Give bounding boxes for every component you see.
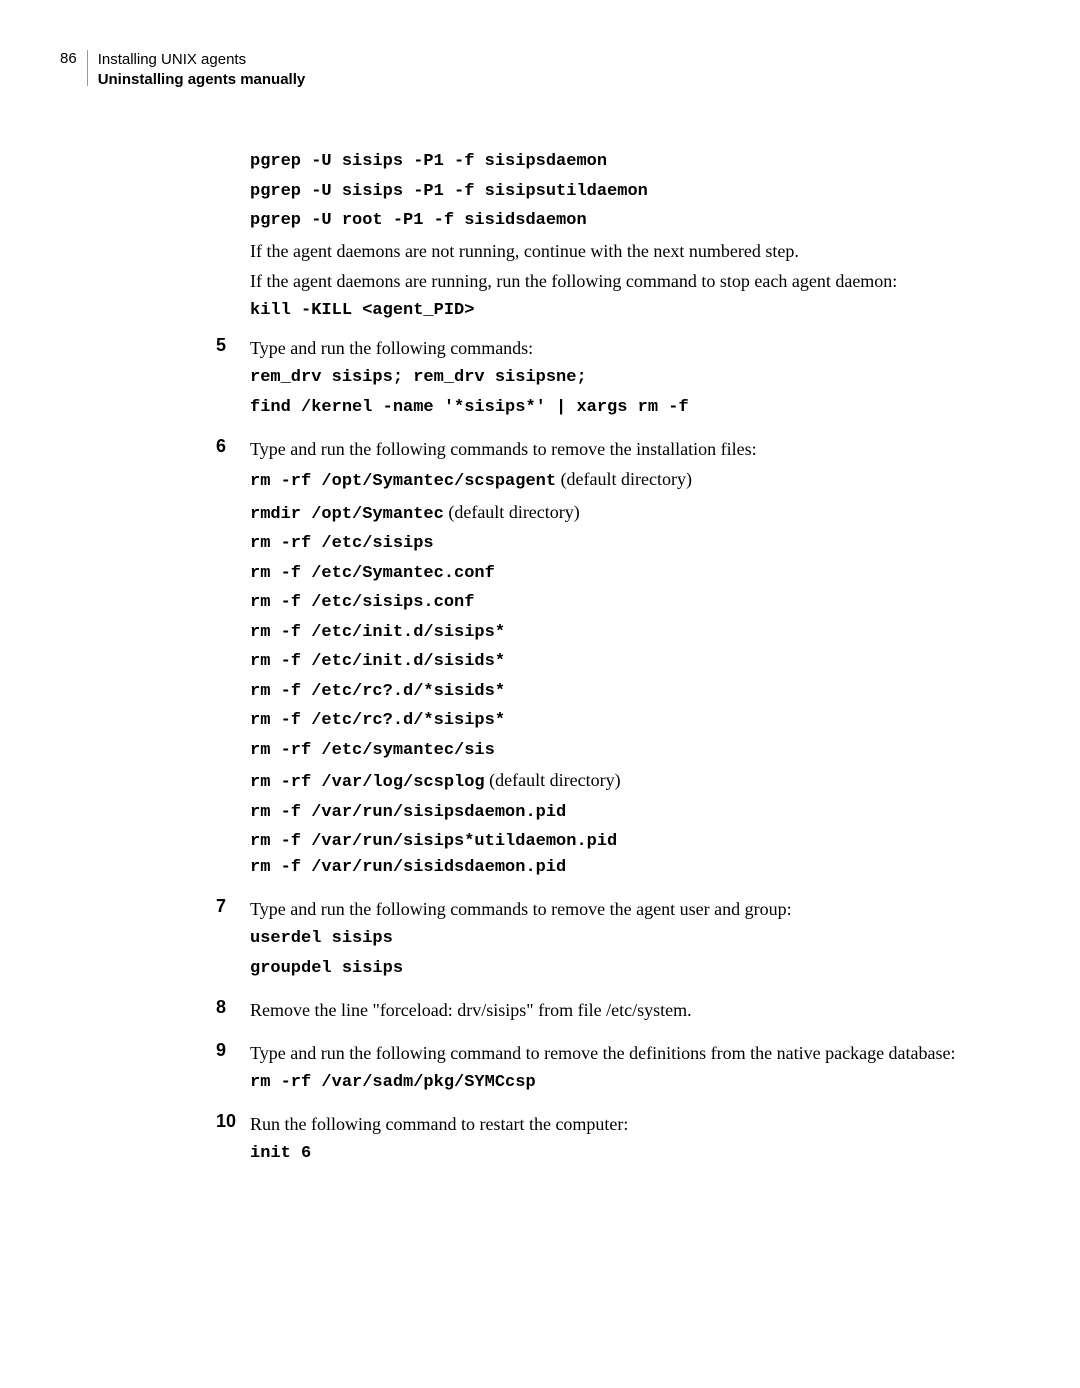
command-line: kill -KILL <agent_PID>: [250, 298, 1000, 324]
step-text: Type and run the following commands:: [250, 335, 1000, 361]
command-line: rm -rf /var/sadm/pkg/SYMCcsp: [250, 1070, 1000, 1096]
command-line: rem_drv sisips; rem_drv sisipsne;: [250, 365, 1000, 391]
step-number: 10: [216, 1111, 250, 1132]
page-number: 86: [60, 50, 77, 67]
command-line: find /kernel -name '*sisips*' | xargs rm…: [250, 395, 1000, 421]
step-text: Type and run the following commands to r…: [250, 436, 1000, 462]
step-6: 6 Type and run the following commands to…: [250, 436, 1000, 884]
step-number: 8: [216, 997, 250, 1018]
command-line: rm -rf /opt/Symantec/scspagent: [250, 472, 556, 491]
command-line: rm -f /etc/init.d/sisids*: [250, 649, 1000, 675]
command-line: userdel sisips: [250, 926, 1000, 952]
command-line: rm -f /etc/init.d/sisips*: [250, 620, 1000, 646]
command-line: rm -rf /etc/sisips: [250, 531, 1000, 557]
command-line: rm -rf /var/log/scsplog: [250, 773, 485, 792]
step-number: 7: [216, 896, 250, 917]
command-line: rm -rf /etc/symantec/sis: [250, 738, 1000, 764]
header-title: Installing UNIX agents: [98, 50, 306, 70]
header-subtitle: Uninstalling agents manually: [98, 70, 306, 90]
command-line: pgrep -U sisips -P1 -f sisipsdaemon: [250, 149, 1000, 175]
intro-block: pgrep -U sisips -P1 -f sisipsdaemon pgre…: [250, 149, 1000, 323]
command-line: init 6: [250, 1141, 1000, 1167]
step-number: 6: [216, 436, 250, 457]
command-line: pgrep -U sisips -P1 -f sisipsutildaemon: [250, 179, 1000, 205]
command-line: rm -f /var/run/sisips*utildaemon.pid: [250, 829, 1000, 855]
page-header: 86 Installing UNIX agents Uninstalling a…: [60, 50, 1000, 89]
command-line: rm -f /etc/sisips.conf: [250, 590, 1000, 616]
command-line: rm -f /etc/Symantec.conf: [250, 561, 1000, 587]
annotation: (default directory): [556, 469, 692, 489]
step-text: Run the following command to restart the…: [250, 1111, 1000, 1137]
command-line: groupdel sisips: [250, 956, 1000, 982]
step-10: 10 Run the following command to restart …: [250, 1111, 1000, 1171]
step-9: 9 Type and run the following command to …: [250, 1040, 1000, 1100]
body-text: If the agent daemons are running, run th…: [250, 268, 1000, 294]
command-line: rm -f /var/run/sisipsdaemon.pid: [250, 800, 1000, 826]
step-8: 8 Remove the line "forceload: drv/sisips…: [250, 997, 1000, 1027]
command-line: rmdir /opt/Symantec: [250, 505, 444, 524]
step-5: 5 Type and run the following commands: r…: [250, 335, 1000, 424]
step-text: Remove the line "forceload: drv/sisips" …: [250, 997, 1000, 1023]
annotation: (default directory): [485, 770, 621, 790]
command-line: rm -f /etc/rc?.d/*sisips*: [250, 708, 1000, 734]
annotation: (default directory): [444, 502, 580, 522]
step-number: 5: [216, 335, 250, 356]
step-7: 7 Type and run the following commands to…: [250, 896, 1000, 985]
step-text: Type and run the following commands to r…: [250, 896, 1000, 922]
command-line: rm -f /var/run/sisidsdaemon.pid: [250, 855, 1000, 881]
header-divider: [87, 50, 88, 86]
step-text: Type and run the following command to re…: [250, 1040, 1000, 1066]
command-line: rm -f /etc/rc?.d/*sisids*: [250, 679, 1000, 705]
body-text: If the agent daemons are not running, co…: [250, 238, 1000, 264]
command-line: pgrep -U root -P1 -f sisidsdaemon: [250, 208, 1000, 234]
content-area: pgrep -U sisips -P1 -f sisipsdaemon pgre…: [250, 149, 1000, 1171]
step-number: 9: [216, 1040, 250, 1061]
